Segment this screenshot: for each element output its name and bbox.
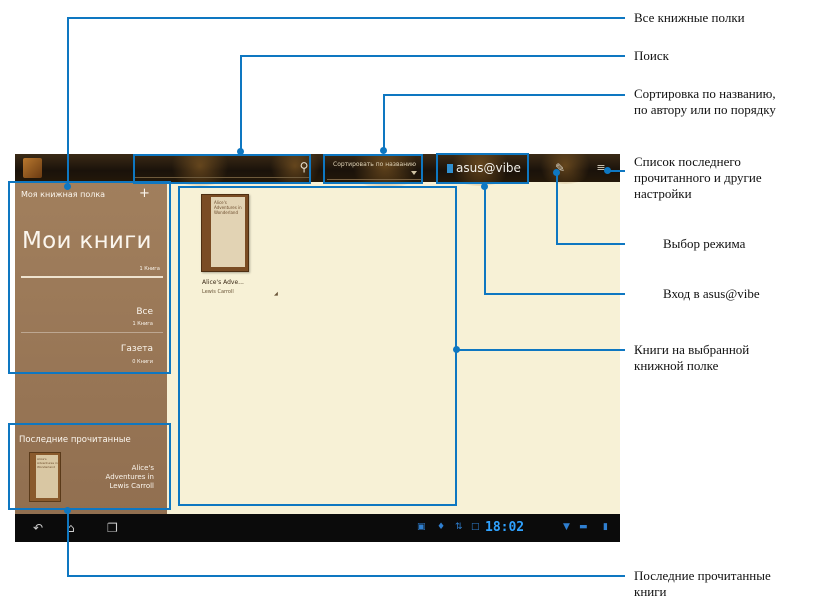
leader-line: [240, 55, 625, 57]
app-icon[interactable]: [23, 158, 42, 178]
usb-icon: ♦: [437, 522, 446, 532]
leader-line: [556, 172, 558, 244]
leader-line: [456, 349, 625, 351]
signal-icon: ▬: [579, 522, 588, 532]
leader-line: [67, 17, 625, 19]
back-icon[interactable]: ↶: [33, 520, 43, 536]
callout-box-sort: [323, 154, 423, 184]
annotation-recent-settings: Список последнего прочитанного и другие …: [634, 154, 762, 201]
leader-line: [383, 94, 625, 96]
annotation-all-shelves: Все книжные полки: [634, 10, 745, 25]
callout-box-books: [178, 186, 457, 506]
leader-line: [67, 510, 69, 576]
annotation-recent-books: Последние прочитанные книги: [634, 568, 771, 599]
status-icon: ▣: [417, 522, 426, 532]
sync-icon: ⇅: [455, 522, 463, 532]
action-bar: ⚲ Сортировать по названию asus@vibe ✎ ≡: [15, 154, 620, 188]
annotation-mode: Выбор режима: [663, 236, 746, 251]
leader-line: [484, 186, 486, 294]
battery-icon: ▮: [603, 522, 608, 532]
leader-line: [240, 55, 242, 151]
clock: 18:02: [485, 520, 525, 535]
leader-line: [484, 293, 625, 295]
annotation-sort: Сортировка по названию, по автору или по…: [634, 86, 776, 117]
leader-line: [383, 94, 385, 150]
callout-box-bookshelves: [8, 181, 171, 374]
callout-box-vibe: [436, 153, 529, 184]
leader-line: [556, 243, 625, 245]
wifi-icon: ▼: [563, 522, 570, 532]
annotation-vibe-login: Вход в asus@vibe: [663, 286, 760, 301]
leader-line: [67, 575, 625, 577]
annotation-search: Поиск: [634, 48, 669, 63]
annotation-shelf-books: Книги на выбранной книжной полке: [634, 342, 750, 373]
callout-box-recent: [8, 423, 171, 510]
lock-icon: □: [471, 522, 480, 532]
recent-apps-icon[interactable]: ❐: [107, 520, 118, 536]
callout-box-search: [133, 154, 311, 184]
leader-line: [608, 170, 625, 172]
leader-line: [67, 17, 69, 187]
system-nav-bar: ↶ ⌂ ❐ ▣ ♦ ⇅ □ 18:02 ▼ ▬ ▮: [15, 514, 620, 542]
